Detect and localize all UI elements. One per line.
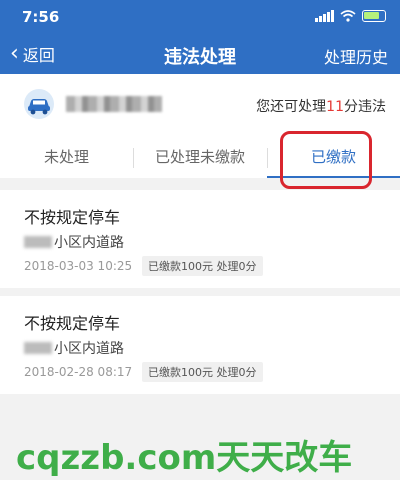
status-bar: 7:56 [0, 0, 400, 36]
signal-icon [315, 10, 334, 22]
points-number: 11 [326, 99, 344, 115]
history-button[interactable]: 处理历史 [324, 44, 388, 68]
violation-location: 小区内道路 [24, 232, 124, 252]
car-icon [24, 89, 54, 119]
payment-status-badge: 已缴款100元 处理0分 [142, 362, 263, 382]
nav-bar: ‹ 返回 违法处理 处理历史 [0, 36, 400, 74]
tab-processed-unpaid[interactable]: 已处理未缴款 [133, 138, 267, 178]
highlight-annotation [280, 131, 372, 189]
status-time: 7:56 [22, 8, 60, 26]
back-button[interactable]: ‹ 返回 [10, 42, 55, 66]
violation-location: 小区内道路 [24, 338, 124, 358]
license-plate-redacted [66, 96, 162, 112]
wifi-icon [340, 10, 356, 22]
chevron-left-icon: ‹ [10, 41, 19, 66]
vehicle-card: 您还可处理11分违法 [0, 74, 400, 138]
back-label: 返回 [22, 46, 55, 65]
watermark: cqzzb.com天天改车 [16, 438, 353, 478]
tab-unprocessed[interactable]: 未处理 [0, 138, 133, 178]
list-item[interactable]: 不按规定停车 小区内道路 2018-03-03 10:25 已缴款100元 处理… [0, 190, 400, 288]
battery-icon [362, 10, 386, 22]
violation-time: 2018-02-28 08:17 [24, 365, 133, 379]
status-icons [315, 10, 386, 22]
location-redacted [24, 342, 52, 354]
points-quota: 您还可处理11分违法 [256, 99, 386, 115]
violation-title: 不按规定停车 [24, 208, 121, 227]
location-redacted [24, 236, 52, 248]
violation-title: 不按规定停车 [24, 314, 121, 333]
violation-time: 2018-03-03 10:25 [24, 259, 133, 273]
payment-status-badge: 已缴款100元 处理0分 [142, 256, 263, 276]
list-item[interactable]: 不按规定停车 小区内道路 2018-02-28 08:17 已缴款100元 处理… [0, 296, 400, 394]
